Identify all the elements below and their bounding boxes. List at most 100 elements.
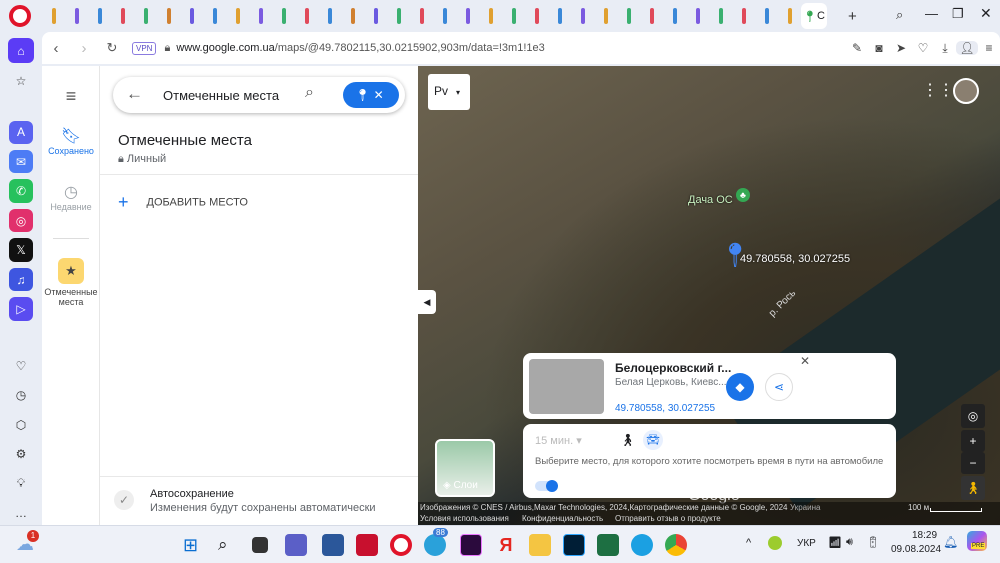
opera-logo[interactable] xyxy=(9,5,31,27)
wifi-icon[interactable]: 📶︎ xyxy=(828,536,842,549)
clock-date[interactable]: 09.08.2024 xyxy=(891,544,941,555)
marked-filter-chip[interactable]: 📍︎ ✕ xyxy=(343,82,399,108)
apps-grid-icon[interactable]: ⋮⋮ xyxy=(922,80,954,100)
browser-tab[interactable] xyxy=(203,3,226,29)
task-view-icon[interactable] xyxy=(252,537,268,553)
camera-icon[interactable]: ◙ xyxy=(868,41,890,55)
heart-icon[interactable]: ♡ xyxy=(9,354,33,377)
home-icon[interactable]: ⌂ xyxy=(8,38,34,64)
yandex-icon[interactable]: Я xyxy=(495,534,517,556)
history-icon[interactable]: ◷ xyxy=(9,384,33,407)
browser-tab[interactable] xyxy=(525,3,548,29)
zoom-in-button[interactable]: + xyxy=(961,430,985,452)
car-icon[interactable]: 🚘︎ xyxy=(643,430,663,450)
copilot-icon[interactable]: PRE xyxy=(967,531,987,551)
browser-tab[interactable] xyxy=(502,3,525,29)
chrome-icon[interactable] xyxy=(665,534,687,556)
search-icon[interactable]: ⌕ xyxy=(305,84,314,102)
more-icon[interactable]: … xyxy=(9,501,33,524)
messenger-icon[interactable]: ✉ xyxy=(9,149,33,174)
search-tabs-icon[interactable]: ⌕ xyxy=(896,7,903,23)
browser-tab[interactable] xyxy=(594,3,617,29)
back-arrow-icon[interactable]: ← xyxy=(126,84,143,104)
browser-tab[interactable] xyxy=(732,3,755,29)
place-coordinates[interactable]: 49.780558, 30.027255 xyxy=(615,403,715,414)
settings-icon[interactable]: ⚙ xyxy=(9,443,33,466)
browser-tab[interactable] xyxy=(755,3,778,29)
walk-icon[interactable]: 🚶︎ xyxy=(620,433,635,447)
browser-tab[interactable] xyxy=(111,3,134,29)
maximize-button[interactable]: ❐ xyxy=(952,6,964,22)
instagram-icon[interactable]: ◎ xyxy=(9,208,33,233)
clock-time[interactable]: 18:29 xyxy=(912,530,937,541)
nav-saved[interactable]: 🔖︎ Сохранено xyxy=(42,126,100,156)
url-input[interactable]: www.google.com.ua/maps/@49.7802115,30.02… xyxy=(176,42,544,54)
place-card[interactable]: Белоцерковский г... Белая Церковь, Киевс… xyxy=(523,353,896,419)
privacy-link[interactable]: Конфиденциальность xyxy=(522,514,603,523)
folder-icon[interactable] xyxy=(529,534,551,556)
notifications-icon[interactable]: 🔔︎ xyxy=(943,535,958,549)
browser-tab[interactable] xyxy=(42,3,65,29)
browser-tab[interactable] xyxy=(387,3,410,29)
toggle-switch[interactable] xyxy=(535,480,558,492)
bulb-icon[interactable]: 💡︎ xyxy=(9,472,33,495)
browser-tab[interactable] xyxy=(180,3,203,29)
browser-tab[interactable] xyxy=(341,3,364,29)
vpn-badge[interactable]: VPN xyxy=(132,41,157,55)
browser-tab[interactable] xyxy=(226,3,249,29)
layers-button[interactable]: ◈ Слои xyxy=(435,439,495,497)
teams-icon[interactable] xyxy=(285,534,307,556)
browser-tab[interactable] xyxy=(249,3,272,29)
star-icon[interactable]: ☆ xyxy=(9,69,33,92)
travel-time-select[interactable]: 15 мин. ▾ xyxy=(535,434,582,447)
browser-tab[interactable] xyxy=(709,3,732,29)
acrobat-icon[interactable] xyxy=(356,534,378,556)
tray-app-icon[interactable] xyxy=(768,536,782,550)
terms-link[interactable]: Условия использования xyxy=(420,514,509,523)
add-place-button[interactable]: + ДОБАВИТЬ МЕСТО xyxy=(118,192,248,213)
nav-marked[interactable]: ★ Отмеченные места xyxy=(42,258,100,307)
premiere-icon[interactable] xyxy=(460,534,482,556)
whatsapp-icon[interactable]: ✆ xyxy=(9,179,33,203)
search-input[interactable]: Отмеченные места xyxy=(163,88,279,103)
chevron-up-icon[interactable]: ^ xyxy=(746,537,751,549)
zoom-out-button[interactable]: − xyxy=(961,452,985,474)
browser-tab[interactable] xyxy=(686,3,709,29)
search-box[interactable]: ← Отмеченные места ⌕ 📍︎ ✕ xyxy=(113,77,405,113)
heart-icon[interactable]: ♡ xyxy=(912,41,934,55)
browser-tab[interactable] xyxy=(456,3,479,29)
close-icon[interactable]: ✕ xyxy=(374,88,384,102)
download-icon[interactable]: ⤓ xyxy=(934,41,956,56)
minimize-button[interactable]: — xyxy=(925,6,938,21)
active-tab[interactable]: 📍︎ C xyxy=(801,3,827,29)
share-button[interactable]: ⋖ xyxy=(765,373,793,401)
profile-icon[interactable]: 👤︎ xyxy=(956,41,978,55)
browser-tab[interactable] xyxy=(318,3,341,29)
forward-button[interactable]: › xyxy=(70,40,98,57)
browser-tab[interactable] xyxy=(548,3,571,29)
reload-button[interactable]: ↻ xyxy=(98,40,126,56)
browser-tab[interactable] xyxy=(663,3,686,29)
my-location-button[interactable]: ◎ xyxy=(961,404,985,428)
directions-button[interactable]: ◆ xyxy=(726,373,754,401)
cube-icon[interactable]: ⬡ xyxy=(9,413,33,436)
collapse-panel-button[interactable]: ◀ xyxy=(418,290,436,314)
browser-tab[interactable] xyxy=(88,3,111,29)
back-button[interactable]: ‹ xyxy=(42,40,70,57)
browser-tab[interactable] xyxy=(134,3,157,29)
feedback-link[interactable]: Отправить отзыв о продукте xyxy=(615,514,721,523)
browser-tab[interactable] xyxy=(364,3,387,29)
menu-icon[interactable]: ≡ xyxy=(42,86,100,107)
browser-tab[interactable] xyxy=(778,3,801,29)
search-icon[interactable]: ⌕ xyxy=(218,534,240,556)
browser-tab[interactable] xyxy=(272,3,295,29)
battery-icon[interactable]: 🔋︎ xyxy=(866,536,880,549)
opera-taskbar-icon[interactable] xyxy=(390,534,412,556)
menu-icon[interactable]: ≡ xyxy=(978,41,1000,55)
browser-tab[interactable] xyxy=(571,3,594,29)
browser-tab[interactable] xyxy=(65,3,88,29)
edge-icon[interactable] xyxy=(631,534,653,556)
browser-tab[interactable] xyxy=(479,3,502,29)
language-indicator[interactable]: УКР xyxy=(797,538,816,549)
close-icon[interactable]: ✕ xyxy=(800,354,810,368)
